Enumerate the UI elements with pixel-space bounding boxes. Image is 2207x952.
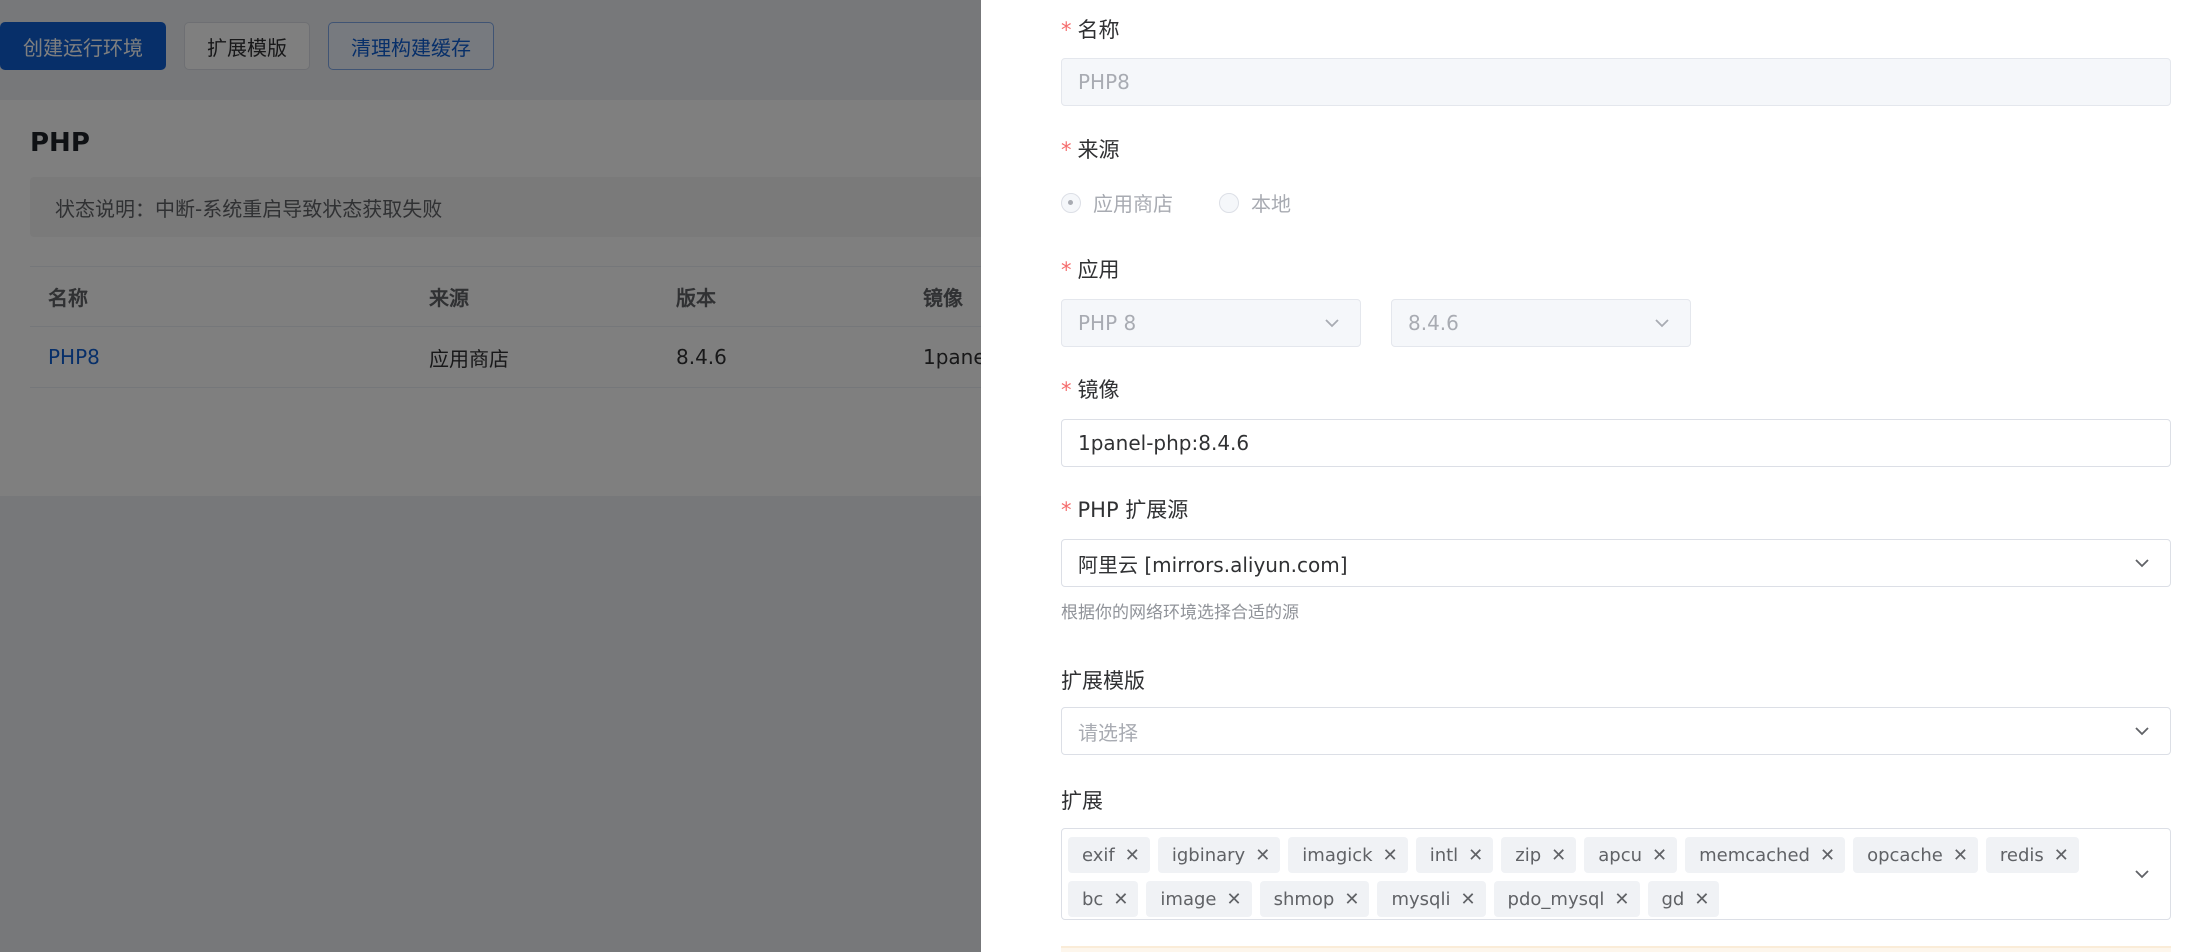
ext-source-label: * PHP 扩展源 (1061, 494, 1188, 524)
extension-tag-label: exif (1082, 844, 1115, 866)
close-icon[interactable]: ✕ (1468, 845, 1483, 866)
close-icon[interactable]: ✕ (1344, 889, 1359, 910)
close-icon[interactable]: ✕ (1953, 845, 1968, 866)
app-label: * 应用 (1061, 254, 1120, 284)
close-icon[interactable]: ✕ (1460, 889, 1475, 910)
drawer-mask-overlay[interactable] (0, 0, 981, 952)
close-icon[interactable]: ✕ (1551, 845, 1566, 866)
extension-tag-label: image (1160, 888, 1217, 910)
ext-source-value: 阿里云 [mirrors.aliyun.com] (1078, 552, 1348, 577)
extensions-multiselect[interactable]: exif ✕ igbinary ✕ imagick ✕ intl ✕ zip ✕ apcu ✕ memc… (1061, 828, 2171, 920)
required-mark: * (1061, 378, 1072, 402)
extension-tag-label: igbinary (1171, 844, 1246, 866)
close-icon[interactable]: ✕ (1820, 845, 1835, 866)
extension-tag: mysqli ✕ (1377, 881, 1486, 917)
ext-template-label: 扩展模版 (1061, 669, 1145, 693)
extension-tag: imagick ✕ (1288, 837, 1408, 873)
extension-tag: shmop ✕ (1259, 881, 1370, 917)
extension-tag: zip ✕ (1501, 837, 1577, 873)
extension-tag: exif ✕ (1068, 837, 1150, 873)
edit-runtime-drawer: * 名称 PHP8 * 来源 应用商店 本地 * 应用 PHP 8 8.4.6 * 镜像… (981, 0, 2207, 952)
radio-label: 本地 (1251, 192, 1291, 216)
extensions-label: 扩展 (1061, 789, 1103, 813)
close-icon[interactable]: ✕ (1227, 889, 1242, 910)
extension-tag-label: pdo_mysql (1507, 888, 1605, 910)
required-mark: * (1061, 498, 1072, 522)
close-icon[interactable]: ✕ (2054, 845, 2069, 866)
close-icon[interactable]: ✕ (1113, 889, 1128, 910)
warning-alert (1061, 946, 2171, 952)
extension-tag-label: bc (1082, 888, 1104, 910)
name-label: * 名称 (1061, 14, 1120, 44)
extension-tag: apcu ✕ (1584, 837, 1678, 873)
required-mark: * (1061, 258, 1072, 282)
extension-tag-label: shmop (1273, 888, 1335, 910)
image-label-text: 镜像 (1077, 378, 1120, 402)
app-version-select[interactable]: 8.4.6 (1391, 299, 1691, 347)
extension-tag: bc ✕ (1068, 881, 1139, 917)
close-icon[interactable]: ✕ (1694, 889, 1709, 910)
extension-tag-label: zip (1515, 844, 1542, 866)
extension-tag-label: intl (1429, 844, 1459, 866)
chevron-down-icon (1655, 319, 1669, 328)
app-label-text: 应用 (1077, 258, 1120, 282)
ext-template-select[interactable]: 请选择 (1061, 707, 2171, 755)
extension-tag: pdo_mysql ✕ (1493, 881, 1640, 917)
extension-tag-label: apcu (1598, 844, 1642, 866)
ext-source-select[interactable]: 阿里云 [mirrors.aliyun.com] (1061, 539, 2171, 587)
extension-tag: igbinary ✕ (1157, 837, 1281, 873)
extension-tag-label: imagick (1302, 844, 1373, 866)
chevron-down-icon (1325, 319, 1339, 328)
source-radio-group: 应用商店 本地 (1061, 188, 1291, 217)
source-label-text: 来源 (1077, 138, 1120, 162)
extension-tag-label: redis (1999, 844, 2044, 866)
close-icon[interactable]: ✕ (1614, 889, 1629, 910)
extension-tag: redis ✕ (1985, 837, 2079, 873)
app-value: PHP 8 (1078, 311, 1137, 335)
extension-tag: intl ✕ (1415, 837, 1494, 873)
source-radio-local[interactable]: 本地 (1219, 188, 1291, 217)
ext-template-placeholder: 请选择 (1078, 720, 1138, 745)
extension-tag-label: gd (1661, 888, 1685, 910)
extension-tag: memcached ✕ (1685, 837, 1846, 873)
radio-label: 应用商店 (1093, 192, 1173, 216)
extension-tag-label: mysqli (1391, 888, 1451, 910)
app-version-value: 8.4.6 (1408, 311, 1459, 335)
name-value: PHP8 (1078, 70, 1130, 94)
close-icon[interactable]: ✕ (1383, 845, 1398, 866)
ext-source-hint: 根据你的网络环境选择合适的源 (1061, 603, 1299, 623)
name-label-text: 名称 (1077, 18, 1120, 42)
radio-unchecked-icon (1219, 192, 1239, 213)
chevron-down-icon (2135, 559, 2149, 568)
close-icon[interactable]: ✕ (1255, 845, 1270, 866)
image-input[interactable]: 1panel-php:8.4.6 (1061, 419, 2171, 467)
extension-tag: image ✕ (1146, 881, 1252, 917)
close-icon[interactable]: ✕ (1125, 845, 1140, 866)
extension-tag: opcache ✕ (1853, 837, 1978, 873)
ext-source-label-text: PHP 扩展源 (1077, 498, 1189, 522)
image-value: 1panel-php:8.4.6 (1078, 431, 1250, 455)
source-radio-app-store[interactable]: 应用商店 (1061, 188, 1173, 217)
close-icon[interactable]: ✕ (1652, 845, 1667, 866)
required-mark: * (1061, 138, 1072, 162)
required-mark: * (1061, 18, 1072, 42)
chevron-down-icon (2135, 870, 2149, 879)
extension-tag-label: opcache (1867, 844, 1943, 866)
image-label: * 镜像 (1061, 374, 1120, 404)
extension-tag: gd ✕ (1647, 881, 1720, 917)
name-input[interactable]: PHP8 (1061, 58, 2171, 106)
extension-tag-label: memcached (1699, 844, 1810, 866)
chevron-down-icon (2135, 727, 2149, 736)
source-label: * 来源 (1061, 134, 1120, 164)
radio-checked-icon (1061, 192, 1081, 213)
app-select[interactable]: PHP 8 (1061, 299, 1361, 347)
